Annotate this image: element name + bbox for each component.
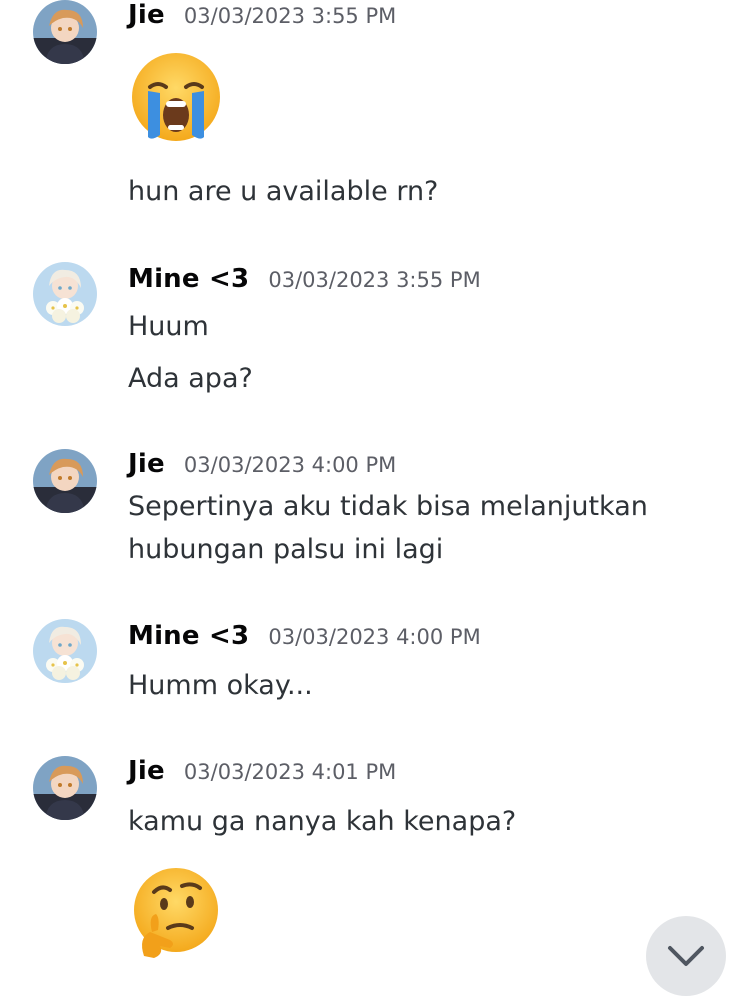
timestamp: 03/03/2023 4:00 PM <box>183 453 397 477</box>
username[interactable]: Jie <box>128 449 165 479</box>
avatar-mine[interactable] <box>33 619 97 683</box>
thinking-face-emoji <box>134 868 218 958</box>
message-header: Jie 03/03/2023 4:00 PM <box>128 449 396 479</box>
message-text: hun are u available rn? <box>128 176 439 207</box>
timestamp: 03/03/2023 4:01 PM <box>183 760 397 784</box>
avatar-jie[interactable] <box>33 449 97 513</box>
username[interactable]: Jie <box>128 0 165 30</box>
message-header: Mine <3 03/03/2023 3:55 PM <box>128 264 481 294</box>
username[interactable]: Mine <3 <box>128 264 249 294</box>
loudly-crying-face-emoji <box>132 53 220 141</box>
timestamp: 03/03/2023 3:55 PM <box>268 268 481 292</box>
username[interactable]: Jie <box>128 756 165 786</box>
message-text: Huum <box>128 311 209 342</box>
message-text: hubungan palsu ini lagi <box>128 534 444 565</box>
jump-to-bottom-button[interactable] <box>646 916 726 996</box>
avatar-jie[interactable] <box>33 756 97 820</box>
message-text: Sepertinya aku tidak bisa melanjutkan <box>128 491 648 522</box>
message-text: kamu ga nanya kah kenapa? <box>128 806 517 837</box>
avatar-jie[interactable] <box>33 0 97 64</box>
username[interactable]: Mine <3 <box>128 621 249 651</box>
message-text: Humm okay... <box>128 670 313 701</box>
message-header: Mine <3 03/03/2023 4:00 PM <box>128 621 481 651</box>
timestamp: 03/03/2023 3:55 PM <box>183 4 397 28</box>
message-header: Jie 03/03/2023 4:01 PM <box>128 756 396 786</box>
message-text: Ada apa? <box>128 363 253 394</box>
chevron-down-icon <box>668 946 704 966</box>
timestamp: 03/03/2023 4:00 PM <box>268 625 481 649</box>
message-header: Jie 03/03/2023 3:55 PM <box>128 0 396 30</box>
avatar-mine[interactable] <box>33 262 97 326</box>
